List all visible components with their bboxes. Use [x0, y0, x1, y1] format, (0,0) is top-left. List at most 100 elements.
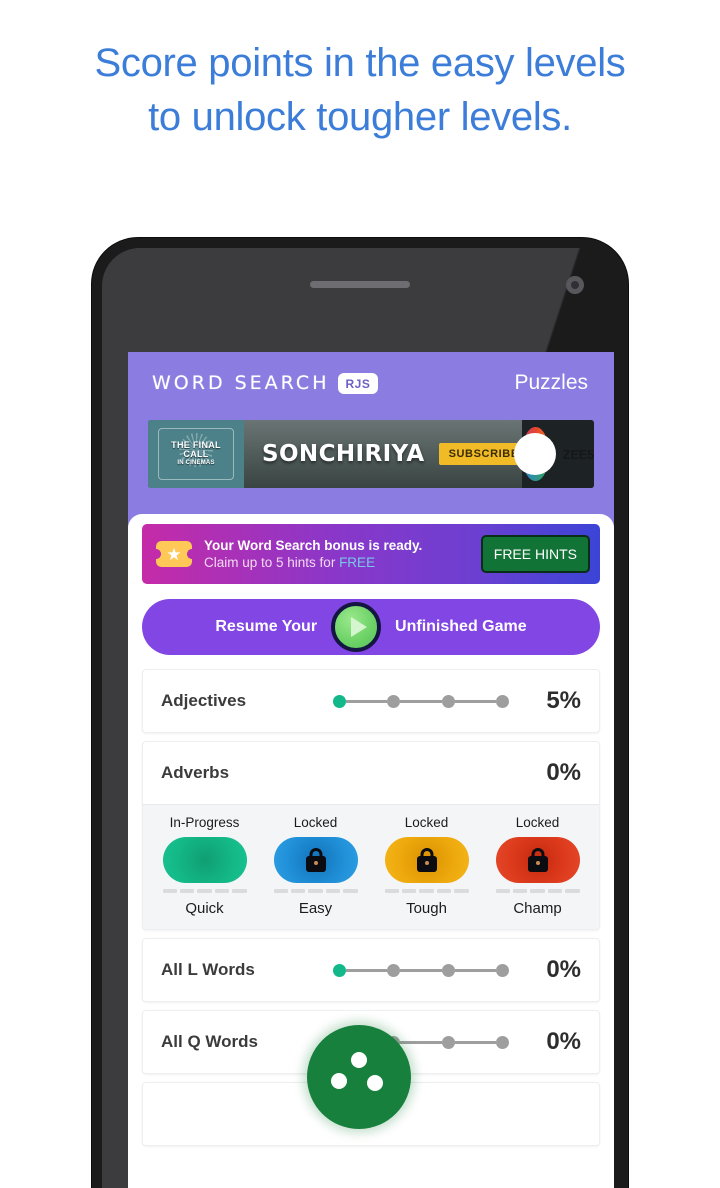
ad-logo-title: THE FINAL CALL	[171, 439, 221, 459]
level-easy[interactable]: Locked Easy	[260, 815, 371, 917]
puzzle-name: Adjectives	[161, 691, 247, 710]
star-glyph: ★	[166, 544, 182, 564]
progress-line-3	[454, 968, 496, 972]
ad-logo-frame-icon: THE FINAL CALL IN CINEMAS	[158, 428, 234, 480]
ad-banner[interactable]: THE FINAL CALL IN CINEMAS SONCHIRIYA SUB…	[148, 420, 594, 488]
segment	[179, 889, 195, 893]
lock-body	[527, 856, 548, 872]
segment	[401, 889, 417, 893]
bonus-subline: Claim up to 5 hints for FREE	[204, 554, 469, 571]
level-pill-easy[interactable]	[273, 837, 358, 883]
progress-dot-4	[495, 1035, 509, 1049]
app-header-bar: WORD SEARCH RJS Puzzles	[128, 352, 614, 414]
ad-brand-ring-icon	[522, 427, 549, 481]
segment	[325, 889, 341, 893]
puzzle-percent: 0%	[546, 1028, 581, 1055]
level-champ[interactable]: Locked Champ	[482, 815, 593, 917]
segment	[495, 889, 510, 893]
puzzle-percent: 0%	[546, 759, 581, 786]
segment	[214, 889, 230, 893]
puzzle-row[interactable]: All L Words 0%	[143, 939, 599, 1001]
segment	[512, 889, 528, 893]
lock-icon	[305, 848, 326, 872]
play-icon[interactable]	[331, 602, 382, 652]
level-name: Quick	[185, 900, 224, 917]
puzzle-name: All L Words	[161, 960, 255, 979]
progress-line-3	[454, 1040, 496, 1044]
resume-label-right: Unfinished Game	[395, 618, 527, 635]
segment	[162, 889, 177, 893]
level-name: Tough	[406, 900, 447, 917]
level-status: Locked	[515, 815, 560, 830]
touch-dot-1	[351, 1052, 367, 1068]
progress-dot-3	[441, 963, 455, 977]
page-title: Puzzles	[514, 371, 588, 394]
puzzle-percent: 5%	[546, 687, 581, 714]
level-tough[interactable]: Locked Tough	[371, 815, 482, 917]
ad-content[interactable]: SONCHIRIYA SUBSCRIBE NOW ZEE5	[244, 420, 594, 488]
segment	[232, 889, 247, 893]
app-brand: WORD SEARCH RJS	[152, 372, 379, 394]
puzzle-card-adverbs[interactable]: Adverbs 0% In-Progress Quick Locked Easy…	[142, 741, 600, 930]
resume-label-left: Resume Your	[215, 618, 318, 635]
puzzle-percent: 0%	[546, 956, 581, 983]
level-selector: In-Progress Quick Locked Easy Locked Tou…	[143, 804, 599, 929]
puzzle-row[interactable]: Adjectives 5%	[143, 670, 599, 732]
ad-logo-text: THE FINAL CALL IN CINEMAS	[159, 439, 233, 468]
lock-body	[305, 856, 326, 872]
level-name: Easy	[298, 900, 333, 917]
progress-line-2	[400, 968, 442, 972]
progress-dot-1	[333, 694, 346, 708]
segment	[384, 889, 399, 893]
ad-brand-name: ZEE5	[562, 446, 594, 462]
progress-line-2	[400, 1040, 442, 1044]
play-triangle	[350, 617, 367, 637]
ad-movie-logo: THE FINAL CALL IN CINEMAS	[148, 420, 244, 488]
bonus-banner[interactable]: ★ Your Word Search bonus is ready. Claim…	[142, 524, 600, 584]
puzzle-row[interactable]: Adverbs 0%	[143, 742, 599, 804]
level-status: Locked	[293, 815, 338, 830]
level-status: In-Progress	[169, 815, 240, 830]
promo-headline-line-2: to unlock tougher levels.	[148, 95, 572, 139]
progress-dot-3	[441, 1035, 455, 1049]
free-hints-button[interactable]: FREE HINTS	[480, 535, 590, 573]
puzzle-card-adjectives[interactable]: Adjectives 5%	[142, 669, 600, 733]
level-pill-champ[interactable]	[495, 837, 580, 883]
level-segments-champ	[495, 889, 580, 893]
puzzle-card-all-l-words[interactable]: All L Words 0%	[142, 938, 600, 1002]
level-quick[interactable]: In-Progress Quick	[149, 815, 260, 917]
bonus-subline-prefix: Claim up to 5 hints for	[204, 555, 340, 570]
puzzle-name: All Q Words	[161, 1032, 258, 1051]
level-segments-quick	[162, 889, 247, 893]
lock-icon	[416, 848, 437, 872]
puzzle-name: Adverbs	[161, 763, 230, 782]
progress-dot-1	[333, 963, 346, 977]
level-pill-quick[interactable]	[162, 837, 247, 883]
level-segments-tough	[384, 889, 469, 893]
progress-dot-2	[387, 694, 401, 708]
level-pill-tough[interactable]	[384, 837, 469, 883]
app-brand-badge: RJS	[337, 372, 379, 394]
progress-line-3	[454, 699, 496, 703]
bonus-free-highlight: FREE	[339, 555, 376, 570]
ad-brand-logo: ZEE5	[522, 420, 594, 488]
resume-game-button[interactable]: Resume Your Unfinished Game	[142, 599, 600, 655]
touch-dot-3	[367, 1075, 383, 1091]
puzzle-progress-dots	[333, 694, 519, 708]
segment	[530, 889, 545, 893]
promo-headline-line-1: Score points in the easy levels	[94, 41, 626, 85]
lock-body	[416, 856, 437, 872]
promo-headline: Score points in the easy levels to unloc…	[0, 36, 720, 144]
progress-dot-3	[441, 694, 455, 708]
segment	[343, 889, 358, 893]
progress-dot-4	[495, 963, 509, 977]
ad-title: SONCHIRIYA	[262, 441, 425, 467]
progress-line-1	[346, 968, 388, 972]
touch-dot-2	[331, 1073, 347, 1089]
puzzle-progress-dots	[333, 963, 519, 977]
segment	[454, 889, 469, 893]
progress-dot-2	[387, 963, 401, 977]
bonus-headline: Your Word Search bonus is ready.	[204, 538, 423, 553]
bonus-text: Your Word Search bonus is ready. Claim u…	[204, 537, 469, 571]
app-brand-title: WORD SEARCH	[152, 372, 330, 394]
